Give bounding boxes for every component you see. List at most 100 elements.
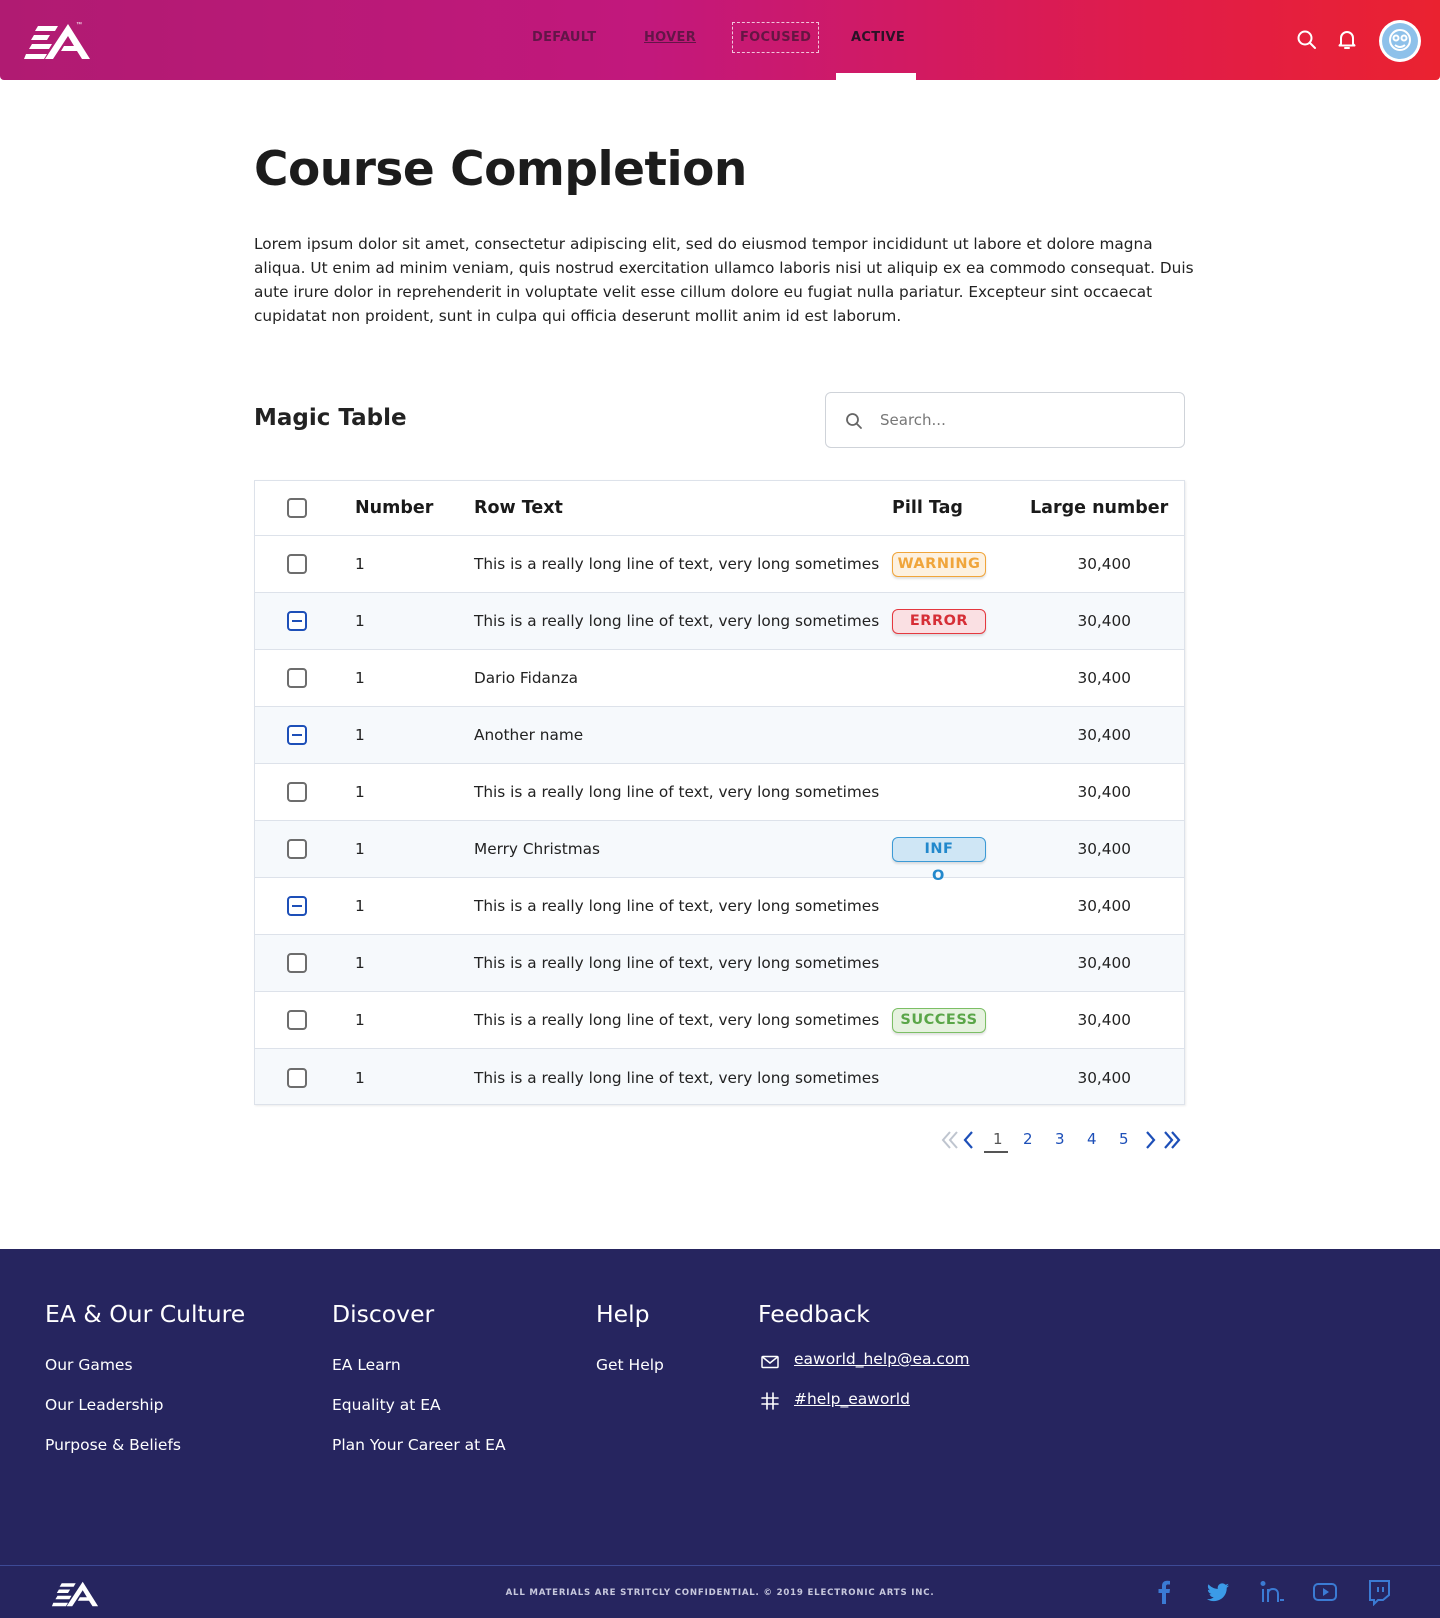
footer-link-ea-learn[interactable]: EA Learn <box>332 1356 401 1374</box>
row-large-number: 30,400 <box>1077 669 1131 687</box>
next-page-icon[interactable] <box>1137 1128 1161 1152</box>
footer-title-culture: EA & Our Culture <box>45 1300 246 1328</box>
row-number: 1 <box>355 840 365 858</box>
row-number: 1 <box>355 1011 365 1029</box>
row-number: 1 <box>355 897 365 915</box>
table-row[interactable]: 1 This is a really long line of text, ver… <box>255 935 1184 992</box>
row-large-number: 30,400 <box>1077 840 1131 858</box>
pill-tag-cell: ERROR <box>892 593 988 649</box>
footer-link-our-games[interactable]: Our Games <box>45 1356 133 1374</box>
prev-page-icon[interactable] <box>958 1128 982 1152</box>
page-3[interactable]: 3 <box>1055 1130 1065 1148</box>
header-large-number[interactable]: Large number <box>1030 481 1180 535</box>
nav-tab-active[interactable]: ACTIVE <box>851 30 905 45</box>
table-header-row: Number Row Text Pill Tag Large number <box>255 481 1184 536</box>
nav-tab-focused[interactable]: FOCUSED <box>732 22 820 53</box>
table-row[interactable]: 1 This is a really long line of text, ver… <box>255 878 1184 935</box>
table-row[interactable]: 1 This is a really long line of text, ver… <box>255 1049 1184 1104</box>
row-text: Merry Christmas <box>474 840 600 858</box>
linkedin-icon[interactable] <box>1258 1578 1286 1606</box>
table-row[interactable]: 1 Another name 30,400 <box>255 707 1184 764</box>
row-large-number: 30,400 <box>1077 897 1131 915</box>
header-pill-tag[interactable]: Pill Tag <box>892 481 988 535</box>
bell-icon[interactable] <box>1335 28 1359 52</box>
pill-tag-cell: WARNING <box>892 536 988 592</box>
search-icon[interactable] <box>1295 28 1319 52</box>
search-input[interactable] <box>880 405 1170 435</box>
nav-tab-default[interactable]: DEFAULT <box>532 30 596 45</box>
row-select-cell <box>287 536 307 592</box>
row-checkbox[interactable] <box>287 839 307 859</box>
facebook-icon[interactable] <box>1150 1578 1178 1606</box>
mail-icon <box>760 1352 780 1372</box>
row-number: 1 <box>355 669 365 687</box>
last-page-icon[interactable] <box>1160 1128 1184 1152</box>
row-text: This is a really long line of text, very… <box>474 1068 880 1087</box>
select-all-cell <box>287 481 307 535</box>
row-checkbox[interactable] <box>287 896 307 916</box>
table-row[interactable]: 1 This is a really long line of text, ver… <box>255 992 1184 1049</box>
header-number[interactable]: Number <box>355 481 433 535</box>
footer-link-our-leadership[interactable]: Our Leadership <box>45 1396 164 1414</box>
footer-link-get-help[interactable]: Get Help <box>596 1356 664 1374</box>
table-row[interactable]: 1 This is a really long line of text, ver… <box>255 593 1184 650</box>
row-text: This is a really long line of text, very… <box>474 1011 880 1029</box>
nav-tab-hover[interactable]: HOVER <box>644 30 696 45</box>
table-row[interactable]: 1 This is a really long line of text, ver… <box>255 536 1184 593</box>
row-text: This is a really long line of text, very… <box>474 555 880 573</box>
avatar[interactable] <box>1379 20 1421 62</box>
twitch-icon[interactable] <box>1365 1578 1393 1607</box>
row-select-cell <box>287 878 307 934</box>
page-1[interactable]: 1 <box>993 1130 1003 1148</box>
table-row[interactable]: 1 Merry Christmas INF O 30,400 <box>255 821 1184 884</box>
feedback-slack-link[interactable]: #help_eaworld <box>794 1390 910 1408</box>
pill-tag-cell: INF O <box>892 837 988 884</box>
footer-title-discover: Discover <box>332 1300 435 1328</box>
page-title: Course Completion <box>254 142 747 197</box>
twitter-icon[interactable] <box>1204 1578 1232 1606</box>
row-select-cell <box>287 1049 307 1104</box>
feedback-email-link[interactable]: eaworld_help@ea.com <box>794 1350 970 1368</box>
table-title: Magic Table <box>254 405 407 431</box>
row-checkbox[interactable] <box>287 1067 307 1088</box>
row-checkbox[interactable] <box>287 611 307 631</box>
row-checkbox[interactable] <box>287 1010 307 1030</box>
current-page-underline <box>984 1151 1008 1153</box>
avatar-image <box>1382 23 1418 59</box>
row-checkbox[interactable] <box>287 782 307 802</box>
row-number: 1 <box>355 783 365 801</box>
pagination: 1 2 3 4 5 <box>938 1126 1188 1154</box>
row-number: 1 <box>355 954 365 972</box>
header-row-text[interactable]: Row Text <box>474 481 563 535</box>
nav-tabs: DEFAULT HOVER FOCUSED ACTIVE <box>0 0 1440 80</box>
pill-tag-warning: WARNING <box>892 551 986 577</box>
row-text: This is a really long line of text, very… <box>474 954 880 972</box>
row-large-number: 30,400 <box>1077 1011 1131 1029</box>
magic-table: Number Row Text Pill Tag Large number 1 T… <box>254 480 1185 1105</box>
row-text: This is a really long line of text, very… <box>474 783 880 801</box>
footer-link-career[interactable]: Plan Your Career at EA <box>332 1436 506 1454</box>
row-checkbox[interactable] <box>287 953 307 973</box>
page-2[interactable]: 2 <box>1023 1130 1033 1148</box>
row-number: 1 <box>355 726 365 744</box>
table-row[interactable]: 1 This is a really long line of text, ver… <box>255 764 1184 821</box>
table-row[interactable]: 1 Dario Fidanza 30,400 <box>255 650 1184 707</box>
row-large-number: 30,400 <box>1077 783 1131 801</box>
footer-link-equality[interactable]: Equality at EA <box>332 1396 441 1414</box>
select-all-checkbox[interactable] <box>287 498 307 518</box>
footer-title-help: Help <box>596 1300 650 1328</box>
row-checkbox[interactable] <box>287 554 307 574</box>
row-select-cell <box>287 593 307 649</box>
row-text: This is a really long line of text, very… <box>474 897 880 915</box>
page-4[interactable]: 4 <box>1087 1130 1097 1148</box>
page-5[interactable]: 5 <box>1119 1130 1129 1148</box>
row-checkbox[interactable] <box>287 725 307 745</box>
row-number: 1 <box>355 555 365 573</box>
row-number: 1 <box>355 612 365 630</box>
row-checkbox[interactable] <box>287 668 307 688</box>
top-nav-bar: ™ DEFAULT HOVER FOCUSED ACTIVE <box>0 0 1440 80</box>
footer-link-purpose-beliefs[interactable]: Purpose & Beliefs <box>45 1436 181 1454</box>
intro-paragraph: Lorem ipsum dolor sit amet, consectetur … <box>254 235 1194 325</box>
youtube-icon[interactable] <box>1311 1578 1339 1606</box>
table-search <box>825 392 1185 448</box>
